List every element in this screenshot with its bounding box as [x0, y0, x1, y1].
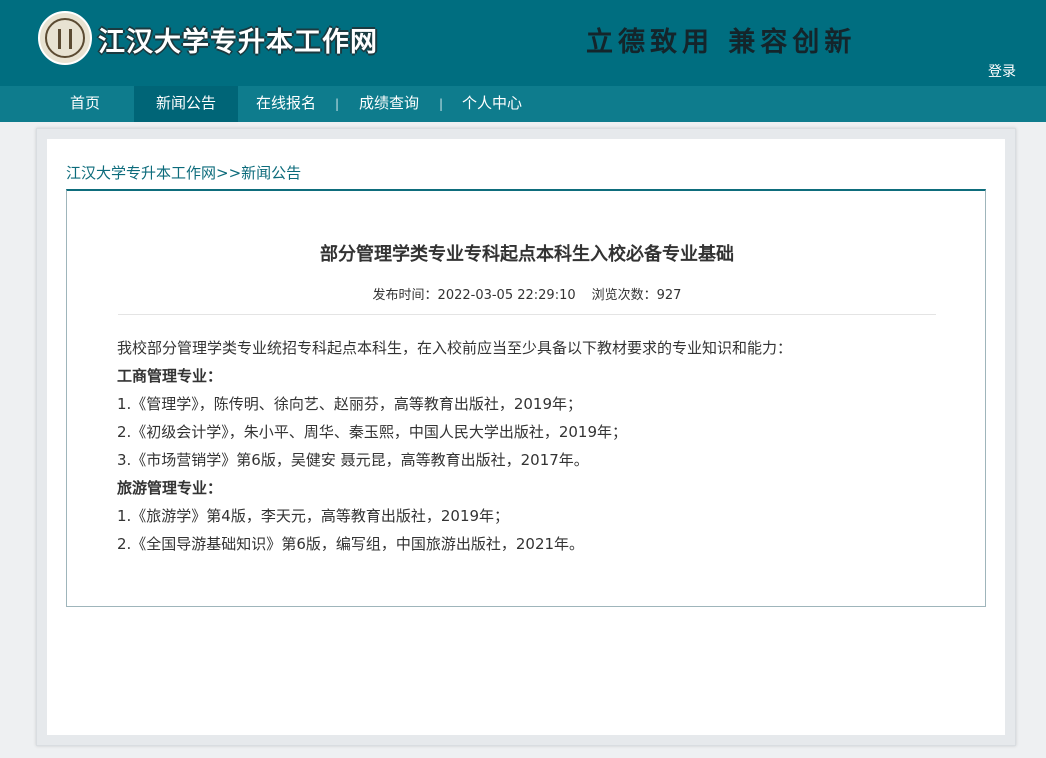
article-meta: 发布时间：2022-03-05 22:29:10 浏览次数：927: [67, 284, 987, 303]
publish-time: 2022-03-05 22:29:10: [437, 288, 576, 303]
section-heading-tourism: 旅游管理专业：: [117, 479, 223, 497]
nav-item-home[interactable]: 首页: [36, 86, 134, 122]
nav-item-scores[interactable]: 成绩查询: [348, 86, 430, 122]
book-item: 2.《全国导游基础知识》第6版，编写组，中国旅游出版社，2021年。: [117, 535, 585, 553]
publish-label: 发布时间：: [372, 288, 438, 303]
nav-separator: |: [335, 97, 340, 111]
nav-separator: |: [439, 97, 444, 111]
article-panel: 部分管理学类专业专科起点本科生入校必备专业基础 发布时间：2022-03-05 …: [66, 189, 986, 607]
views-label: 浏览次数：: [591, 288, 657, 303]
university-seal-icon[interactable]: [38, 11, 92, 65]
article-body: 我校部分管理学类专业统招专科起点本科生，在入校前应当至少具备以下教材要求的专业知…: [117, 334, 947, 558]
breadcrumb-home[interactable]: 江汉大学专升本工作网: [66, 164, 216, 182]
book-item: 1.《旅游学》第4版，李天元，高等教育出版社，2019年；: [117, 507, 510, 525]
site-header: 江汉大学专升本工作网 立德致用 兼容创新 登录: [0, 0, 1046, 86]
breadcrumb: 江汉大学专升本工作网>>新闻公告: [66, 162, 301, 183]
views-count: 927: [656, 288, 682, 303]
title-divider: [118, 314, 936, 315]
body-intro: 我校部分管理学类专业统招专科起点本科生，在入校前应当至少具备以下教材要求的专业知…: [117, 339, 793, 357]
book-item: 3.《市场营销学》第6版，吴健安 聂元昆，高等教育出版社，2017年。: [117, 451, 589, 469]
nav-item-register[interactable]: 在线报名: [240, 86, 332, 122]
motto: 立德致用 兼容创新: [586, 27, 857, 58]
seal-ring: [45, 18, 85, 58]
book-item: 2.《初级会计学》，朱小平、周华、秦玉熙，中国人民大学出版社，2019年；: [117, 423, 627, 441]
section-heading-business: 工商管理专业：: [117, 367, 223, 385]
book-item: 1.《管理学》，陈传明、徐向艺、赵丽芬，高等教育出版社，2019年；: [117, 395, 582, 413]
login-link[interactable]: 登录: [988, 61, 1016, 81]
seal-mark: [58, 29, 72, 49]
nav-item-news[interactable]: 新闻公告: [134, 86, 238, 122]
main-nav: 首页 新闻公告 在线报名 | 成绩查询 | 个人中心: [0, 86, 1046, 122]
site-title[interactable]: 江汉大学专升本工作网: [98, 20, 378, 59]
nav-item-profile[interactable]: 个人中心: [452, 86, 532, 122]
article-title: 部分管理学类专业专科起点本科生入校必备专业基础: [320, 244, 734, 265]
breadcrumb-separator: >>: [216, 164, 242, 182]
breadcrumb-current[interactable]: 新闻公告: [241, 164, 301, 182]
